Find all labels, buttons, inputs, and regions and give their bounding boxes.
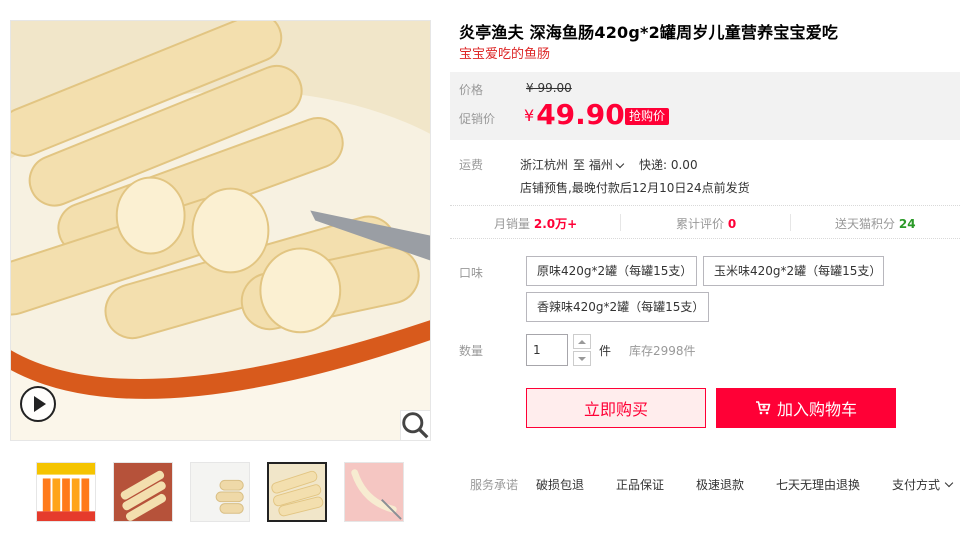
monthly-sales-value: 2.0万+ <box>533 217 578 231</box>
reviews-value: 0 <box>727 217 737 231</box>
original-price: ¥ 99.00 <box>526 81 572 95</box>
chevron-down-icon <box>615 159 625 169</box>
payment-label: 支付方式 <box>892 478 941 492</box>
main-product-image[interactable] <box>10 20 431 441</box>
ship-from-location: 浙江杭州 <box>520 158 569 172</box>
service-item[interactable]: 极速退款 <box>696 476 744 493</box>
thumbnail-image <box>345 463 403 521</box>
flavor-option-spicy[interactable]: 香辣味420g*2罐（每罐15支） <box>526 292 709 322</box>
stock-count: 库存2998件 <box>629 344 696 358</box>
thumbnail-4[interactable] <box>267 462 327 522</box>
sales-stats: 月销量 2.0万+ 累计评价 0 送天猫积分 24 <box>450 205 960 239</box>
thumbnail-5[interactable] <box>344 462 404 522</box>
promo-price-value: 49.90 <box>536 98 625 131</box>
thumbnail-image <box>37 463 95 521</box>
search-icon <box>402 412 429 439</box>
divider <box>790 214 791 231</box>
fish-sausage-photo <box>11 21 430 440</box>
arrow-up-icon <box>578 339 586 344</box>
promo-price-label: 促销价 <box>459 112 496 126</box>
cart-icon <box>755 401 771 415</box>
review-count[interactable]: 累计评价 0 <box>676 215 736 232</box>
play-icon <box>34 396 46 412</box>
flash-sale-badge: 抢购价 <box>625 108 670 125</box>
service-item[interactable]: 七天无理由退换 <box>776 476 860 493</box>
play-video-button[interactable] <box>20 386 56 422</box>
monthly-sales-label: 月销量 <box>494 217 531 231</box>
price-panel: 价格 ¥ 99.00 促销价 ¥49.90 抢购价 <box>450 72 960 140</box>
reviews-label: 累计评价 <box>676 217 725 231</box>
service-label: 服务承诺 <box>470 478 519 492</box>
payment-methods[interactable]: 支付方式 <box>892 476 954 493</box>
ship-to-selector[interactable]: 至 福州 <box>573 156 626 173</box>
points-label: 送天猫积分 <box>835 217 896 231</box>
original-price-label: 价格 <box>459 83 484 97</box>
thumbnail-image <box>191 463 249 521</box>
thumbnail-1[interactable] <box>36 462 96 522</box>
quantity-unit: 件 <box>599 344 612 358</box>
shipping-fee: 快递: 0.00 <box>639 158 698 172</box>
promo-price: ¥49.90 <box>524 98 625 131</box>
service-item[interactable]: 正品保证 <box>616 476 664 493</box>
arrow-down-icon <box>578 356 586 361</box>
ship-to-prefix: 至 <box>573 158 586 172</box>
thumbnail-2[interactable] <box>113 462 173 522</box>
monthly-sales: 月销量 2.0万+ <box>494 215 577 232</box>
quantity-decrease-button[interactable] <box>573 351 591 366</box>
presale-note: 店铺预售,最晚付款后12月10日24点前发货 <box>520 181 750 195</box>
add-to-cart-button[interactable]: 加入购物车 <box>716 388 896 428</box>
thumbnail-image <box>269 464 325 520</box>
points-value: 24 <box>898 217 916 231</box>
flavor-option-original[interactable]: 原味420g*2罐（每罐15支） <box>526 256 697 286</box>
quantity-increase-button[interactable] <box>573 334 591 349</box>
tmall-points: 送天猫积分 24 <box>835 215 916 232</box>
flavor-label: 口味 <box>459 266 484 280</box>
product-subtitle: 宝宝爱吃的鱼肠 <box>459 47 551 62</box>
add-to-cart-label: 加入购物车 <box>776 400 857 419</box>
divider <box>620 214 621 231</box>
zoom-button[interactable] <box>400 410 430 440</box>
shipping-label: 运费 <box>459 158 484 172</box>
thumbnail-3[interactable] <box>190 462 250 522</box>
thumbnail-image <box>114 463 172 521</box>
buy-now-button[interactable]: 立即购买 <box>526 388 706 428</box>
quantity-label: 数量 <box>459 344 484 358</box>
service-item[interactable]: 破损包退 <box>536 476 584 493</box>
quantity-input[interactable]: 1 <box>526 334 568 366</box>
flavor-option-corn[interactable]: 玉米味420g*2罐（每罐15支） <box>703 256 884 286</box>
chevron-down-icon <box>944 478 954 488</box>
ship-to-city: 福州 <box>588 158 613 172</box>
currency-symbol: ¥ <box>524 106 535 125</box>
product-title: 炎亭渔夫 深海鱼肠420g*2罐周岁儿童营养宝宝爱吃 <box>459 23 839 42</box>
